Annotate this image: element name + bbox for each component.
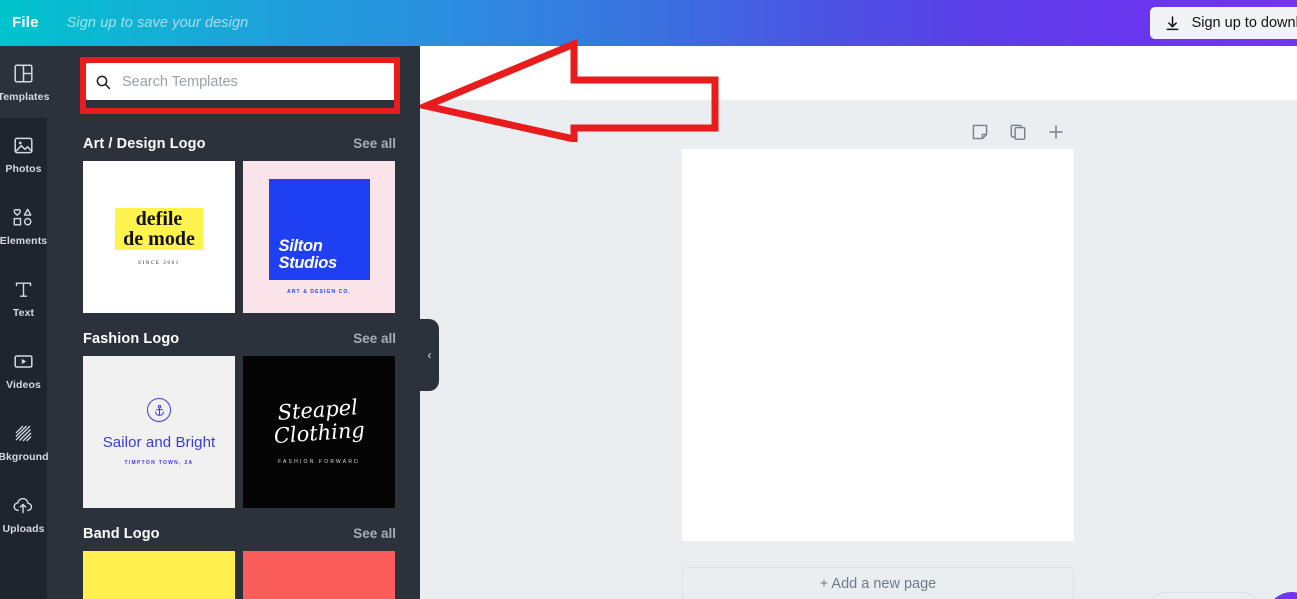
search-box[interactable] (83, 63, 398, 100)
section-fashion-logo: Fashion Logo See all Sailor and Bright T… (47, 313, 420, 508)
template-card-sailor-and-bright[interactable]: Sailor and Bright TIMPTON TOWN, 2A (83, 356, 235, 508)
elements-icon (12, 206, 35, 230)
template-title-line1: defile (135, 208, 183, 230)
template-subtitle: SINCE 2001 (138, 261, 180, 266)
sidebar-item-label: Videos (6, 378, 41, 391)
duplicate-page-icon[interactable] (1006, 120, 1030, 144)
templates-panel: Art / Design Logo See all defile de mode… (47, 46, 420, 599)
sidebar-item-label: Bkground (0, 450, 49, 463)
sidebar-item-photos[interactable]: Photos (0, 118, 47, 190)
chevron-left-icon: ‹ (427, 348, 432, 362)
help-button[interactable] (1266, 592, 1297, 599)
see-all-link[interactable]: See all (353, 136, 396, 151)
download-button-label: Sign up to download (1191, 15, 1297, 31)
notes-icon[interactable] (968, 120, 992, 144)
anchor-icon (147, 398, 171, 422)
sidebar-item-text[interactable]: Text (0, 262, 47, 334)
section-header: Band Logo See all (47, 508, 420, 551)
top-header-bar: File Sign up to save your design Sign up… (0, 0, 1297, 46)
template-title: Sailor and Bright (102, 434, 216, 451)
template-card-defile-de-mode[interactable]: defile de mode SINCE 2001 (83, 161, 235, 313)
template-color-block: Silton Studios (268, 179, 370, 280)
sidebar-item-templates[interactable]: Templates (0, 46, 50, 118)
sidebar-item-label: Text (12, 306, 35, 319)
add-page-icon[interactable] (1044, 120, 1068, 144)
sidebar-item-uploads[interactable]: Uploads (0, 478, 47, 550)
section-art-design-logo: Art / Design Logo See all defile de mode… (47, 118, 420, 313)
search-icon (95, 74, 111, 90)
template-card-silton-studios[interactable]: Silton Studios ART & DESIGN CO. (243, 161, 395, 313)
template-subtitle: TIMPTON TOWN, 2A (124, 460, 194, 466)
section-title: Fashion Logo (83, 331, 180, 347)
sign-up-to-download-button[interactable]: Sign up to download (1149, 7, 1297, 39)
template-card-list: Sailor and Bright TIMPTON TOWN, 2A Steap… (47, 356, 420, 508)
header-right-group: Sign up to download (1149, 7, 1297, 39)
template-subtitle: ART & DESIGN CO. (287, 289, 351, 295)
canva-editor-window: File Sign up to save your design Sign up… (0, 0, 1297, 599)
sidebar-item-label: Templates (0, 90, 50, 103)
template-title-line2: de mode (123, 228, 195, 250)
template-title-highlight: defile de mode (115, 208, 203, 250)
template-title: Steapel Clothing (273, 395, 367, 449)
uploads-icon (12, 494, 35, 518)
template-sections: Art / Design Logo See all defile de mode… (47, 118, 420, 599)
download-icon (1164, 15, 1181, 32)
videos-icon (13, 350, 34, 374)
template-card-band-logo-yellow[interactable] (83, 551, 235, 599)
search-wrapper (83, 63, 398, 100)
template-card-list (47, 551, 420, 599)
editor-toolbar (420, 46, 1297, 100)
left-icon-rail: Templates Photos Elements Text Videos Bk… (0, 46, 50, 599)
template-card-band-logo-red[interactable] (243, 551, 395, 599)
canvas-area: + Add a new page (420, 100, 1297, 599)
section-title: Band Logo (83, 526, 160, 542)
section-band-logo: Band Logo See all (47, 508, 420, 599)
sidebar-item-bkground[interactable]: Bkground (0, 406, 49, 478)
templates-icon (13, 62, 34, 86)
section-header: Art / Design Logo See all (47, 118, 420, 161)
template-card-steapel-clothing[interactable]: Steapel Clothing FASHION FORWARD (243, 356, 395, 508)
collapse-panel-button[interactable]: ‹ (420, 319, 439, 391)
add-new-page-button[interactable]: + Add a new page (682, 567, 1074, 599)
sidebar-item-label: Uploads (2, 522, 45, 535)
sidebar-item-label: Photos (5, 162, 42, 175)
background-icon (13, 422, 34, 446)
photos-icon (13, 134, 34, 158)
template-subtitle: FASHION FORWARD (278, 459, 360, 465)
sidebar-item-label: Elements (0, 234, 48, 247)
see-all-link[interactable]: See all (353, 526, 396, 541)
page-tools-group (968, 120, 1068, 144)
template-title: Silton Studios (278, 237, 338, 272)
zoom-control[interactable] (1149, 592, 1259, 599)
template-card-list: defile de mode SINCE 2001 Silton Studios … (47, 161, 420, 313)
sidebar-item-videos[interactable]: Videos (0, 334, 47, 406)
see-all-link[interactable]: See all (353, 331, 396, 346)
design-page-canvas[interactable] (682, 149, 1074, 541)
document-title[interactable]: Sign up to save your design (67, 15, 249, 31)
section-header: Fashion Logo See all (47, 313, 420, 356)
text-icon (13, 278, 34, 302)
file-menu-button[interactable]: File (0, 0, 53, 46)
section-title: Art / Design Logo (83, 136, 206, 152)
sidebar-item-elements[interactable]: Elements (0, 190, 47, 262)
search-input[interactable] (122, 73, 386, 90)
